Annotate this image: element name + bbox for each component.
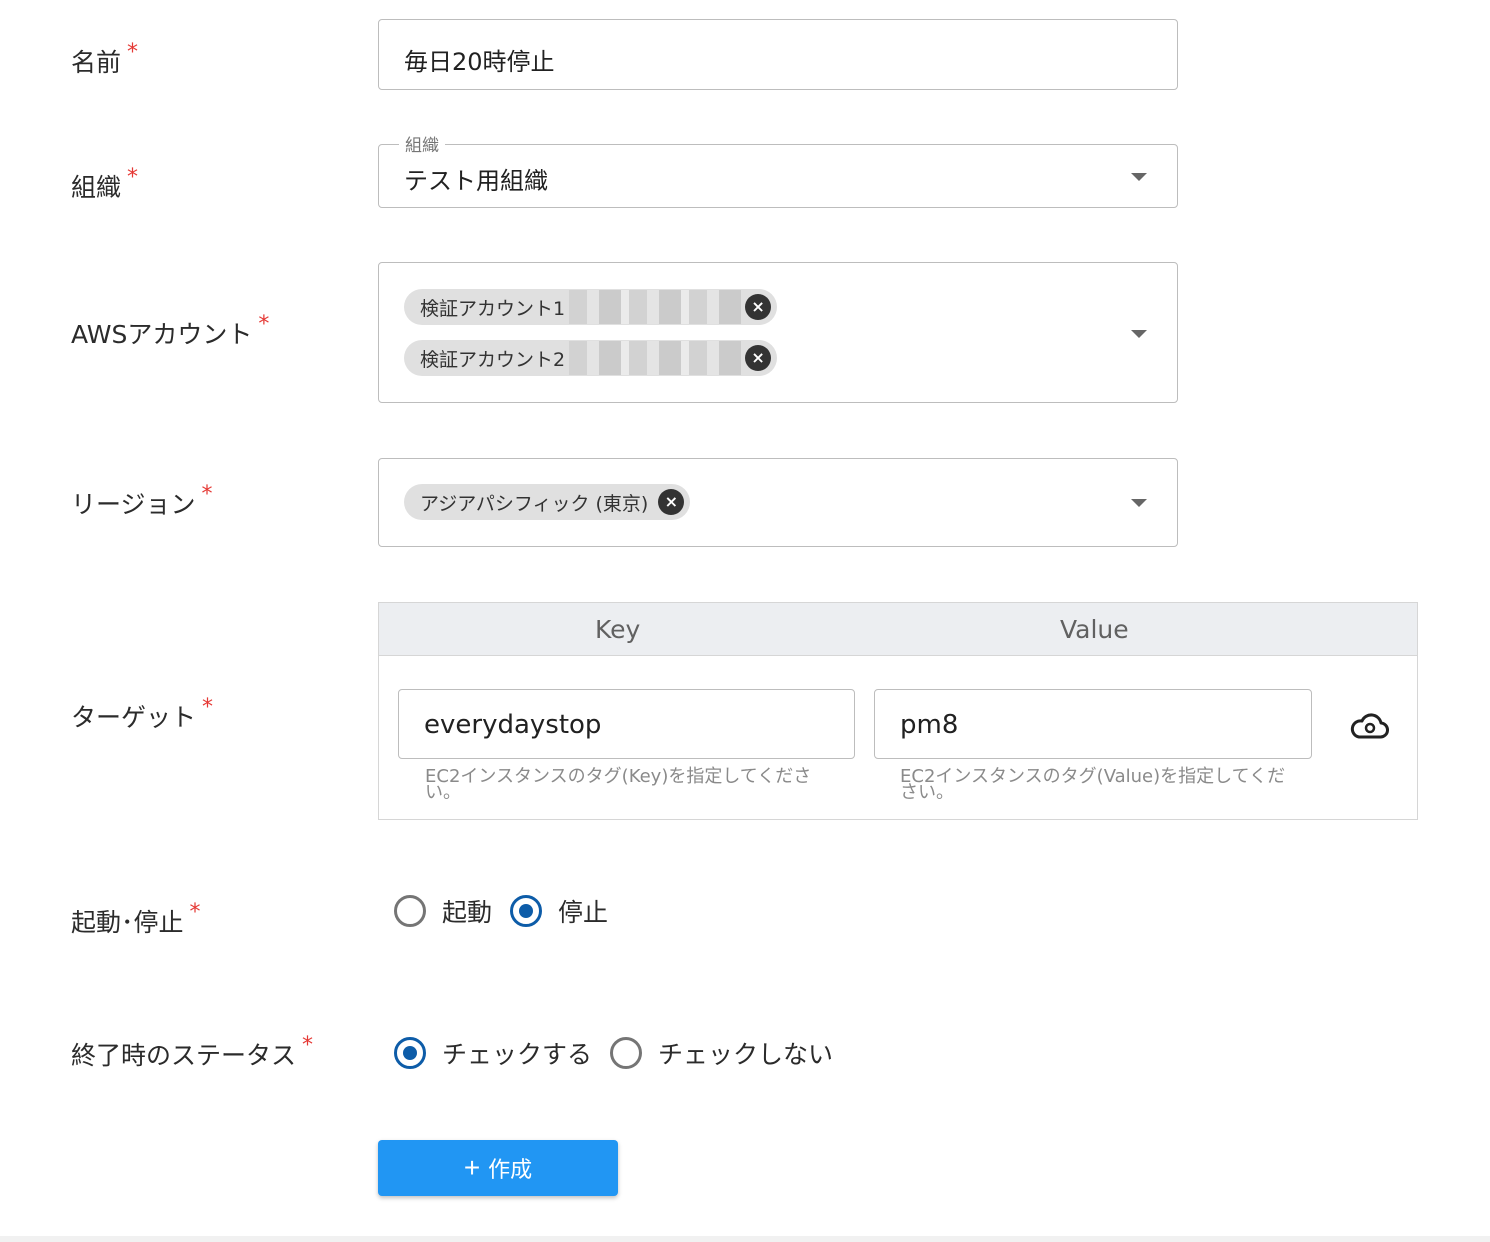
tag-value-value: pm8	[900, 710, 959, 740]
tag-table-header: Key Value	[379, 603, 1417, 656]
redacted-account-id	[569, 341, 742, 375]
required-mark: *	[258, 312, 270, 337]
radio-start-label[interactable]: 起動	[442, 893, 492, 929]
action-label: 起動･停止 *	[71, 900, 201, 937]
close-icon[interactable]: ×	[745, 345, 772, 371]
region-select[interactable]: アジアパシフィック (東京) ×	[378, 458, 1178, 547]
cloud-icon[interactable]	[1349, 711, 1389, 741]
region-chip[interactable]: アジアパシフィック (東京) ×	[404, 484, 691, 520]
redacted-account-id	[569, 290, 742, 324]
create-button-label: 作成	[488, 1157, 533, 1182]
close-icon[interactable]: ×	[658, 489, 685, 515]
chip-label: 検証アカウント2	[420, 348, 566, 371]
chip-label: アジアパシフィック (東京)	[420, 492, 649, 515]
radio-no-check[interactable]	[610, 1037, 643, 1069]
required-mark: *	[127, 165, 139, 190]
close-icon[interactable]: ×	[745, 294, 772, 320]
required-mark: *	[189, 900, 201, 925]
plus-icon: +	[463, 1152, 481, 1183]
end-status-radio-group: チェックする チェックしない	[394, 1035, 851, 1071]
chip-label: 検証アカウント1	[420, 297, 566, 320]
organization-legend: 組織	[399, 131, 445, 156]
radio-stop-label[interactable]: 停止	[558, 893, 608, 929]
target-label: ターゲット *	[71, 695, 214, 732]
required-mark: *	[201, 482, 213, 507]
chevron-down-icon[interactable]	[1131, 173, 1147, 181]
action-radio-group: 起動 停止	[394, 893, 626, 929]
radio-check[interactable]	[394, 1037, 426, 1069]
aws-account-label: AWSアカウント *	[71, 312, 270, 349]
organization-select[interactable]: 組織 テスト用組織	[378, 131, 1178, 208]
required-mark: *	[202, 695, 214, 720]
tag-value-input[interactable]: pm8	[874, 689, 1312, 759]
name-input[interactable]: 毎日20時停止	[378, 19, 1178, 90]
aws-account-chip[interactable]: 検証アカウント1 ×	[404, 289, 778, 325]
radio-start[interactable]	[394, 895, 426, 927]
tag-key-value: everydaystop	[424, 710, 602, 740]
region-label: リージョン *	[71, 482, 213, 519]
organization-selected-value: テスト用組織	[404, 167, 548, 195]
radio-no-check-label[interactable]: チェックしない	[658, 1035, 833, 1071]
chevron-down-icon[interactable]	[1131, 330, 1147, 338]
target-tag-table: Key Value everydaystop EC2インスタンスのタグ(Key)…	[378, 602, 1418, 820]
required-mark: *	[127, 40, 139, 65]
name-label: 名前 *	[71, 40, 139, 77]
tag-key-hint: EC2インスタンスのタグ(Key)を指定してください。	[425, 766, 812, 803]
chevron-down-icon[interactable]	[1131, 499, 1147, 507]
create-button[interactable]: + 作成	[378, 1140, 618, 1196]
required-mark: *	[302, 1033, 314, 1058]
tag-value-hint: EC2インスタンスのタグ(Value)を指定してください。	[900, 766, 1286, 803]
radio-stop[interactable]	[510, 895, 543, 927]
value-column-header: Value	[1060, 615, 1129, 644]
organization-label: 組織 *	[71, 165, 139, 202]
key-column-header: Key	[595, 615, 641, 644]
aws-account-chip[interactable]: 検証アカウント2 ×	[404, 340, 778, 376]
page-bottom-divider	[0, 1236, 1490, 1242]
tag-key-input[interactable]: everydaystop	[398, 689, 855, 759]
name-input-value: 毎日20時停止	[404, 48, 555, 76]
end-status-label: 終了時のステータス *	[71, 1033, 314, 1070]
radio-check-label[interactable]: チェックする	[442, 1035, 592, 1071]
aws-account-select[interactable]: 検証アカウント1 × 検証アカウント2 ×	[378, 262, 1178, 403]
schedule-form: 名前 * 毎日20時停止 組織 * 組織 テスト用組織 AWSアカウント * 検証アカ…	[0, 0, 1490, 1242]
